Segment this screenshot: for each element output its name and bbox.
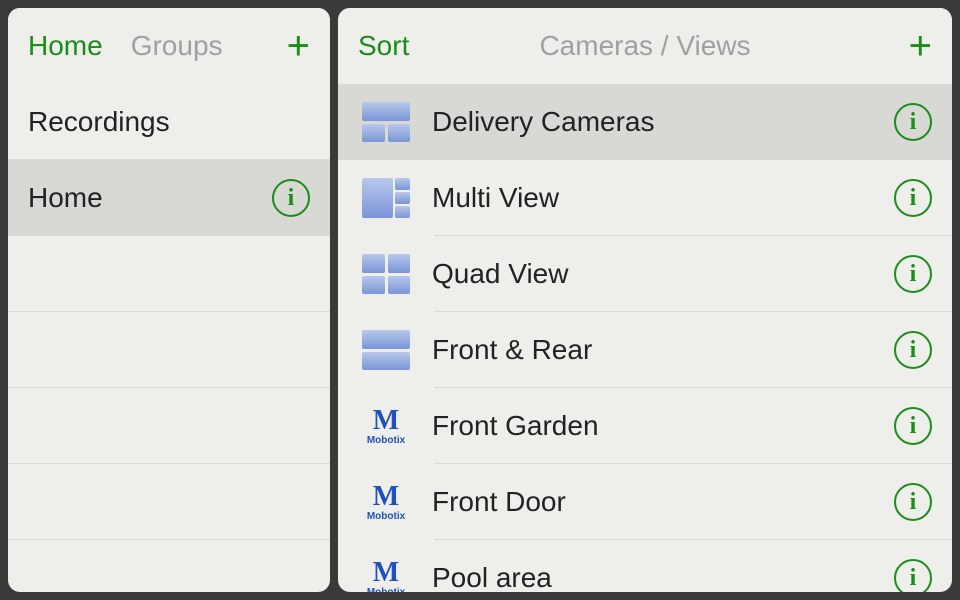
info-icon[interactable]: i xyxy=(894,559,932,592)
info-icon[interactable]: i xyxy=(894,103,932,141)
mobotix-icon: M Mobotix xyxy=(358,559,414,593)
mobotix-icon: M Mobotix xyxy=(358,483,414,522)
sidebar-item-recordings[interactable]: Recordings xyxy=(8,84,330,160)
cameras-list: Delivery Cameras i Multi View i Quad Vie… xyxy=(338,84,952,592)
add-camera-icon[interactable]: + xyxy=(909,26,932,66)
camera-item-frontdoor[interactable]: M Mobotix Front Door i xyxy=(338,464,952,540)
layout-thumb-icon xyxy=(358,174,414,222)
layout-thumb-icon xyxy=(358,250,414,298)
empty-row xyxy=(8,312,330,388)
camera-item-label: Delivery Cameras xyxy=(414,106,894,138)
camera-item-label: Front & Rear xyxy=(414,334,894,366)
camera-item-frontgarden[interactable]: M Mobotix Front Garden i xyxy=(338,388,952,464)
info-icon[interactable]: i xyxy=(894,407,932,445)
add-group-icon[interactable]: + xyxy=(287,26,310,66)
camera-item-multiview[interactable]: Multi View i xyxy=(338,160,952,236)
sidebar-panel: Home Groups + Recordings Home i xyxy=(8,8,330,592)
camera-item-label: Front Door xyxy=(414,486,894,518)
camera-item-quadview[interactable]: Quad View i xyxy=(338,236,952,312)
mobotix-icon: M Mobotix xyxy=(358,407,414,446)
cameras-header: Sort Cameras / Views + xyxy=(338,8,952,84)
info-icon[interactable]: i xyxy=(894,483,932,521)
tab-home[interactable]: Home xyxy=(28,30,103,62)
sidebar-item-label: Recordings xyxy=(28,106,310,138)
camera-item-delivery[interactable]: Delivery Cameras i xyxy=(338,84,952,160)
camera-item-label: Multi View xyxy=(414,182,894,214)
info-icon[interactable]: i xyxy=(894,255,932,293)
info-icon[interactable]: i xyxy=(894,179,932,217)
info-icon[interactable]: i xyxy=(894,331,932,369)
panel-title: Cameras / Views xyxy=(539,30,750,62)
layout-thumb-icon xyxy=(358,98,414,146)
sidebar-list: Recordings Home i xyxy=(8,84,330,592)
camera-item-frontrear[interactable]: Front & Rear i xyxy=(338,312,952,388)
sidebar-tabs: Home Groups xyxy=(28,30,223,62)
empty-row xyxy=(8,388,330,464)
sidebar-header: Home Groups + xyxy=(8,8,330,84)
info-icon[interactable]: i xyxy=(272,179,310,217)
sidebar-item-home[interactable]: Home i xyxy=(8,160,330,236)
cameras-panel: Sort Cameras / Views + Delivery Cameras … xyxy=(338,8,952,592)
camera-item-label: Pool area xyxy=(414,562,894,592)
camera-item-label: Quad View xyxy=(414,258,894,290)
camera-item-label: Front Garden xyxy=(414,410,894,442)
sort-button[interactable]: Sort xyxy=(358,30,409,62)
layout-thumb-icon xyxy=(358,326,414,374)
empty-row xyxy=(8,464,330,540)
empty-row xyxy=(8,236,330,312)
tab-groups[interactable]: Groups xyxy=(131,30,223,62)
sidebar-item-label: Home xyxy=(28,182,272,214)
camera-item-poolarea[interactable]: M Mobotix Pool area i xyxy=(338,540,952,592)
